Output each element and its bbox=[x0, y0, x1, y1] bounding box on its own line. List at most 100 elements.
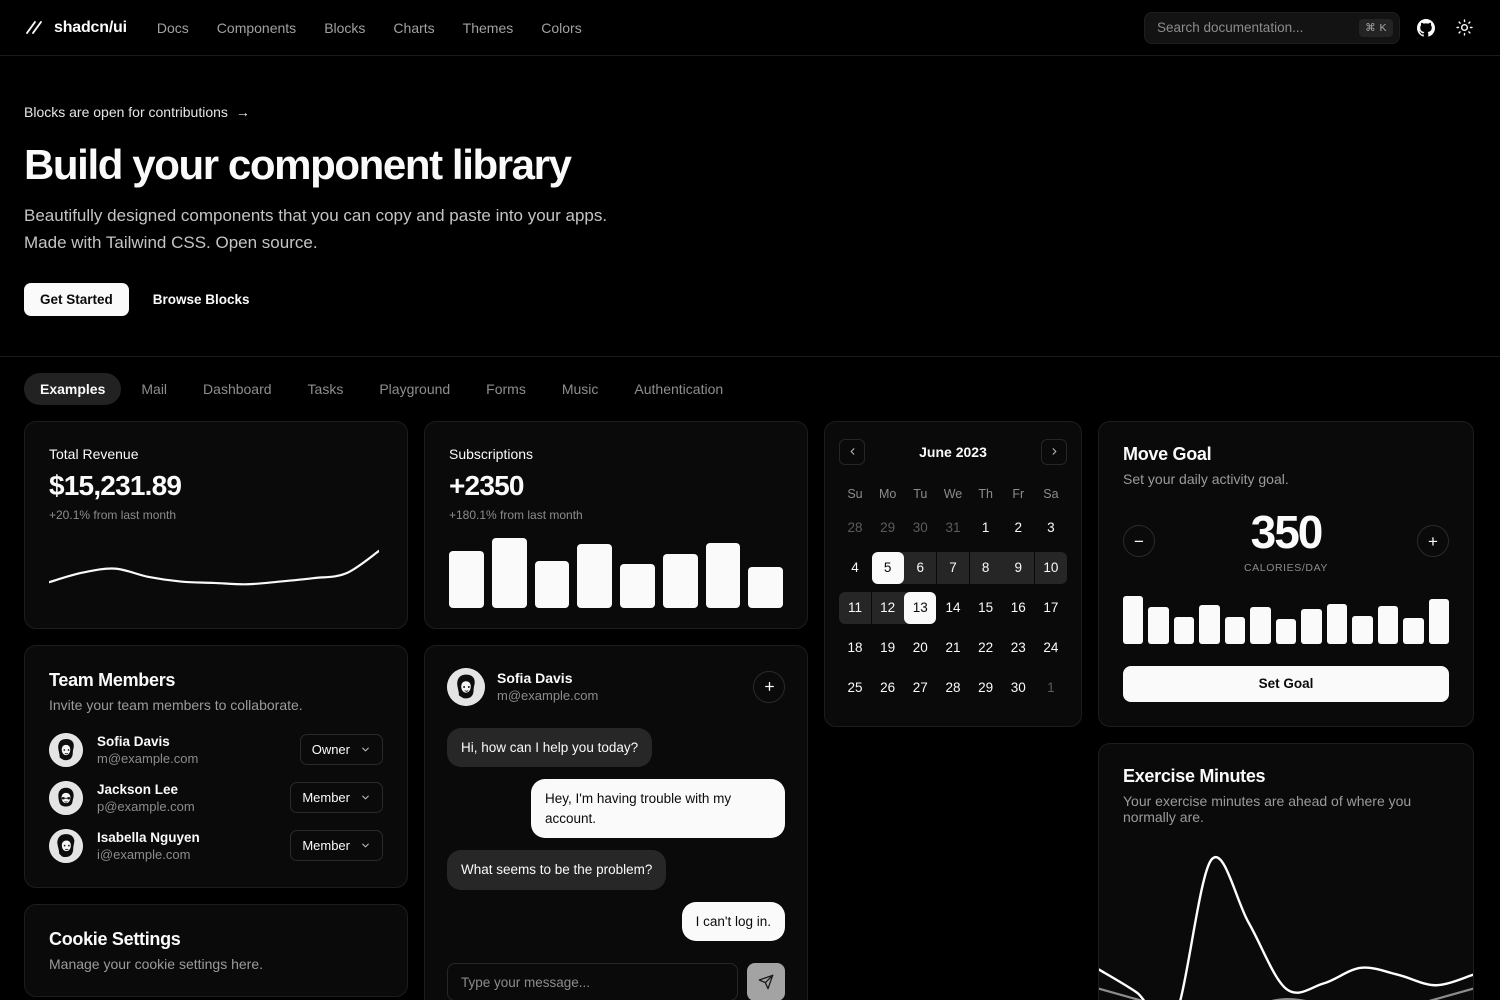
github-icon[interactable] bbox=[1414, 16, 1438, 40]
search-placeholder: Search documentation... bbox=[1157, 20, 1359, 35]
nav-link-blocks[interactable]: Blocks bbox=[324, 20, 365, 36]
calendar-day-12[interactable]: 12 bbox=[872, 592, 904, 624]
tab-forms[interactable]: Forms bbox=[470, 373, 542, 405]
calendar-day-9[interactable]: 9 bbox=[1002, 552, 1034, 584]
nav-link-colors[interactable]: Colors bbox=[541, 20, 581, 36]
calendar-cell: 24 bbox=[1035, 628, 1067, 668]
calendar-day-13[interactable]: 13 bbox=[904, 592, 936, 624]
tab-authentication[interactable]: Authentication bbox=[618, 373, 739, 405]
team-members-description: Invite your team members to collaborate. bbox=[49, 697, 383, 713]
new-message-button[interactable] bbox=[753, 671, 785, 703]
calendar-day-19[interactable]: 19 bbox=[872, 632, 904, 664]
role-select-isabella-nguyen[interactable]: Member bbox=[290, 830, 383, 861]
calendar-day-29[interactable]: 29 bbox=[872, 512, 904, 544]
hero-contributions-link[interactable]: Blocks are open for contributions → bbox=[24, 104, 250, 120]
tab-playground[interactable]: Playground bbox=[363, 373, 466, 405]
team-member-list: Sofia Davis m@example.com Owner bbox=[49, 733, 383, 863]
calendar-cell: 13 bbox=[904, 588, 936, 628]
nav-link-charts[interactable]: Charts bbox=[393, 20, 434, 36]
calendar-day-30[interactable]: 30 bbox=[904, 512, 936, 544]
calendar-day-of-week: Fr bbox=[1002, 480, 1034, 508]
calendar-day-18[interactable]: 18 bbox=[839, 632, 871, 664]
calendar-cell: 17 bbox=[1035, 588, 1067, 628]
role-select-jackson-lee[interactable]: Member bbox=[290, 782, 383, 813]
bar bbox=[1225, 617, 1245, 644]
bar bbox=[1174, 617, 1194, 644]
increment-goal-button[interactable]: + bbox=[1417, 525, 1449, 557]
grid-column-2: Subscriptions +2350 +180.1% from last mo… bbox=[424, 421, 808, 1000]
move-goal-stepper: − 350 CALORIES/DAY + bbox=[1123, 509, 1449, 574]
cookie-settings-description: Manage your cookie settings here. bbox=[49, 956, 383, 972]
calendar-day-8[interactable]: 8 bbox=[970, 552, 1002, 584]
bar bbox=[1403, 618, 1423, 644]
calendar-day-1[interactable]: 1 bbox=[1035, 672, 1067, 704]
exercise-minutes-line-chart bbox=[1099, 845, 1473, 1000]
calendar-day-30[interactable]: 30 bbox=[1002, 672, 1034, 704]
brand[interactable]: shadcn/ui bbox=[24, 18, 127, 38]
calendar-day-6[interactable]: 6 bbox=[904, 552, 936, 584]
subscriptions-label: Subscriptions bbox=[449, 446, 783, 462]
calendar-day-7[interactable]: 7 bbox=[937, 552, 969, 584]
calendar-day-20[interactable]: 20 bbox=[904, 632, 936, 664]
bar bbox=[1327, 604, 1347, 643]
tab-mail[interactable]: Mail bbox=[125, 373, 183, 405]
calendar-day-24[interactable]: 24 bbox=[1035, 632, 1067, 664]
hero-badge-text: Blocks are open for contributions bbox=[24, 104, 228, 120]
shadcn-logo-icon bbox=[24, 18, 44, 38]
calendar-day-2[interactable]: 2 bbox=[1002, 512, 1034, 544]
nav-link-components[interactable]: Components bbox=[217, 20, 296, 36]
calendar-day-25[interactable]: 25 bbox=[839, 672, 871, 704]
nav-link-themes[interactable]: Themes bbox=[463, 20, 514, 36]
calendar-prev-month-button[interactable] bbox=[839, 439, 865, 465]
chat-message-input[interactable] bbox=[447, 963, 738, 1000]
tab-dashboard[interactable]: Dashboard bbox=[187, 373, 288, 405]
calendar-day-28[interactable]: 28 bbox=[839, 512, 871, 544]
calendar-day-15[interactable]: 15 bbox=[970, 592, 1002, 624]
calendar-cell: 22 bbox=[970, 628, 1002, 668]
calendar-day-26[interactable]: 26 bbox=[872, 672, 904, 704]
calendar-day-22[interactable]: 22 bbox=[970, 632, 1002, 664]
calendar-day-17[interactable]: 17 bbox=[1035, 592, 1067, 624]
send-message-button[interactable] bbox=[747, 963, 785, 1000]
sun-icon[interactable] bbox=[1452, 16, 1476, 40]
arrow-right-icon: → bbox=[236, 104, 250, 120]
nav-link-docs[interactable]: Docs bbox=[157, 20, 189, 36]
browse-blocks-button[interactable]: Browse Blocks bbox=[137, 283, 266, 316]
calendar-cell: 16 bbox=[1002, 588, 1034, 628]
calendar-day-5[interactable]: 5 bbox=[872, 552, 904, 584]
set-goal-button[interactable]: Set Goal bbox=[1123, 666, 1449, 702]
search-input[interactable]: Search documentation... ⌘ K bbox=[1144, 12, 1400, 44]
calendar-day-10[interactable]: 10 bbox=[1035, 552, 1067, 584]
grid-column-1: Total Revenue $15,231.89 +20.1% from las… bbox=[24, 421, 408, 997]
calendar-day-23[interactable]: 23 bbox=[1002, 632, 1034, 664]
calendar-cell: 6 bbox=[904, 548, 936, 588]
tab-examples[interactable]: Examples bbox=[24, 373, 121, 405]
calendar-day-1[interactable]: 1 bbox=[970, 512, 1002, 544]
calendar-day-14[interactable]: 14 bbox=[937, 592, 969, 624]
calendar-cell: 4 bbox=[839, 548, 871, 588]
decrement-goal-button[interactable]: − bbox=[1123, 525, 1155, 557]
move-goal-description: Set your daily activity goal. bbox=[1123, 471, 1449, 487]
chat-message: I can't log in. bbox=[682, 902, 785, 942]
tab-tasks[interactable]: Tasks bbox=[292, 373, 360, 405]
get-started-button[interactable]: Get Started bbox=[24, 283, 129, 316]
hero-actions: Get Started Browse Blocks bbox=[24, 283, 1476, 316]
calendar-day-29[interactable]: 29 bbox=[970, 672, 1002, 704]
calendar-day-31[interactable]: 31 bbox=[937, 512, 969, 544]
exercise-title: Exercise Minutes bbox=[1123, 766, 1449, 787]
calendar-day-28[interactable]: 28 bbox=[937, 672, 969, 704]
calendar-cell: 30 bbox=[1002, 668, 1034, 708]
calendar-day-16[interactable]: 16 bbox=[1002, 592, 1034, 624]
calendar-day-21[interactable]: 21 bbox=[937, 632, 969, 664]
calendar-day-27[interactable]: 27 bbox=[904, 672, 936, 704]
calendar-day-4[interactable]: 4 bbox=[839, 552, 871, 584]
total-revenue-sparkline bbox=[49, 530, 379, 610]
calendar-next-month-button[interactable] bbox=[1041, 439, 1067, 465]
role-select-sofia-davis[interactable]: Owner bbox=[300, 734, 383, 765]
calendar-cell: 8 bbox=[970, 548, 1002, 588]
tab-music[interactable]: Music bbox=[546, 373, 615, 405]
sun-glyph bbox=[1456, 19, 1473, 36]
calendar-day-3[interactable]: 3 bbox=[1035, 512, 1067, 544]
cookie-settings-card: Cookie Settings Manage your cookie setti… bbox=[24, 904, 408, 997]
calendar-day-11[interactable]: 11 bbox=[839, 592, 871, 624]
